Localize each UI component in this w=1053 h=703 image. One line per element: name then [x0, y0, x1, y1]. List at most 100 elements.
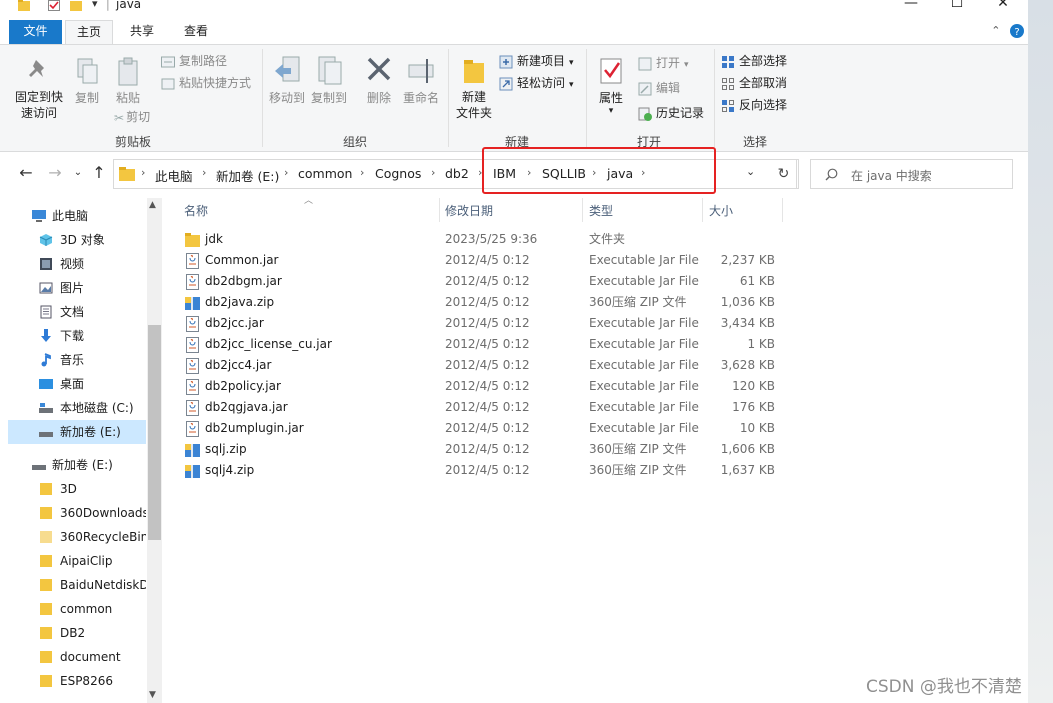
- pin-quick-access-button[interactable]: 固定到快 速访问: [10, 57, 68, 121]
- cut-button[interactable]: ✂ 剪切: [114, 107, 150, 127]
- breadcrumb-db2[interactable]: db2: [445, 166, 469, 181]
- nav-label: 本地磁盘 (C:): [60, 401, 134, 415]
- file-row[interactable]: Common.jar 2012/4/5 0:12 Executable Jar Fi…: [177, 250, 787, 271]
- file-row[interactable]: db2dbgm.jar 2012/4/5 0:12 Executable Jar F…: [177, 271, 787, 292]
- nav-item-music[interactable]: 音乐: [8, 348, 146, 372]
- collapse-ribbon-icon[interactable]: ⌃: [991, 24, 1000, 37]
- refresh-button[interactable]: ↻: [769, 159, 799, 189]
- properties-button[interactable]: 属性 ▾: [594, 55, 628, 116]
- nav-item-pictures[interactable]: 图片: [8, 276, 146, 300]
- column-header-size[interactable]: 大小: [709, 202, 733, 222]
- breadcrumb-cognos[interactable]: Cognos: [375, 166, 421, 181]
- file-row[interactable]: db2jcc4.jar 2012/4/5 0:12 Executable Jar F…: [177, 355, 787, 376]
- column-divider[interactable]: [582, 198, 583, 222]
- nav-item-folder-baidunetdisk[interactable]: BaiduNetdiskD: [8, 573, 146, 597]
- move-to-button[interactable]: 移动到: [268, 55, 306, 106]
- tab-view[interactable]: 查看: [171, 20, 221, 44]
- nav-item-drive-e[interactable]: 新加卷 (E:): [8, 420, 146, 444]
- up-button[interactable]: ↑: [89, 163, 109, 182]
- nav-item-drive-c[interactable]: 本地磁盘 (C:): [8, 396, 146, 420]
- nav-item-folder-3d[interactable]: 3D: [8, 477, 146, 501]
- file-row[interactable]: db2jcc_license_cu.jar 2012/4/5 0:12 Execut…: [177, 334, 787, 355]
- select-all-button[interactable]: 全部选择: [721, 51, 787, 71]
- file-row[interactable]: db2qgjava.jar 2012/4/5 0:12 Executable Jar…: [177, 397, 787, 418]
- breadcrumb-separator[interactable]: ›: [284, 166, 288, 179]
- folder-icon: [40, 531, 52, 543]
- column-divider[interactable]: [782, 198, 783, 222]
- help-icon[interactable]: ?: [1010, 24, 1024, 38]
- file-row[interactable]: sqlj4.zip 2012/4/5 0:12 360压缩 ZIP 文件 1,637 …: [177, 460, 787, 481]
- back-button[interactable]: ←: [16, 163, 36, 182]
- copy-path-button[interactable]: 复制路径: [161, 51, 227, 71]
- file-row[interactable]: db2policy.jar 2012/4/5 0:12 Executable Jar…: [177, 376, 787, 397]
- download-icon: [41, 329, 51, 342]
- paste-button[interactable]: 粘贴: [112, 57, 144, 106]
- column-header-type[interactable]: 类型: [589, 202, 613, 222]
- recent-locations-dropdown-icon[interactable]: ⌄: [68, 167, 88, 178]
- breadcrumb-separator[interactable]: ›: [360, 166, 364, 179]
- file-row[interactable]: db2jcc.jar 2012/4/5 0:12 Executable Jar Fi…: [177, 313, 787, 334]
- copy-button[interactable]: 复制: [72, 57, 102, 106]
- breadcrumb-this-pc[interactable]: 此电脑: [155, 166, 193, 185]
- nav-item-documents[interactable]: 文档: [8, 300, 146, 324]
- file-row[interactable]: jdk 2023/5/25 9:36 文件夹: [177, 229, 787, 250]
- new-folder-quick-icon[interactable]: [70, 0, 82, 11]
- easy-access-button[interactable]: 轻松访问 ▾: [499, 73, 574, 93]
- nav-item-folder-common[interactable]: common: [8, 597, 146, 621]
- scroll-up-icon[interactable]: ▲: [149, 200, 156, 210]
- nav-item-this-pc[interactable]: 此电脑: [8, 204, 146, 228]
- close-button[interactable]: ✕: [980, 0, 1026, 14]
- new-folder-button[interactable]: 新建 文件夹: [454, 55, 494, 121]
- organize-group-label: 组织: [342, 135, 367, 149]
- file-row[interactable]: db2java.zip 2012/4/5 0:12 360压缩 ZIP 文件 1,03…: [177, 292, 787, 313]
- file-row[interactable]: db2umplugin.jar 2012/4/5 0:12 Executable J…: [177, 418, 787, 439]
- breadcrumb-separator[interactable]: ›: [431, 166, 435, 179]
- select-none-button[interactable]: 全部取消: [721, 73, 787, 93]
- file-type: Executable Jar File: [589, 316, 699, 330]
- history-button[interactable]: 历史记录: [638, 103, 704, 123]
- breadcrumb-separator[interactable]: ›: [141, 166, 145, 179]
- forward-button[interactable]: →: [45, 163, 65, 182]
- search-box[interactable]: 在 java 中搜索: [810, 159, 1013, 189]
- tab-home[interactable]: 主页: [65, 20, 113, 45]
- nav-item-folder-db2[interactable]: DB2: [8, 621, 146, 645]
- nav-item-folder-document[interactable]: document: [8, 645, 146, 669]
- breadcrumb-drive-e[interactable]: 新加卷 (E:): [216, 166, 279, 185]
- file-row[interactable]: sqlj.zip 2012/4/5 0:12 360压缩 ZIP 文件 1,606 K…: [177, 439, 787, 460]
- new-item-button[interactable]: 新建项目 ▾: [499, 51, 574, 71]
- nav-item-folder-360recyclebin[interactable]: 360RecycleBin: [8, 525, 146, 549]
- column-header-date[interactable]: 修改日期: [445, 202, 493, 222]
- nav-item-3d-objects[interactable]: 3D 对象: [8, 228, 146, 252]
- maximize-button[interactable]: ☐: [934, 0, 980, 14]
- search-input[interactable]: 在 java 中搜索: [851, 167, 932, 184]
- nav-item-downloads[interactable]: 下载: [8, 324, 146, 348]
- nav-item-desktop[interactable]: 桌面: [8, 372, 146, 396]
- tab-share[interactable]: 共享: [117, 20, 167, 44]
- jar-file-icon: [186, 316, 199, 332]
- properties-check-icon[interactable]: [48, 0, 60, 11]
- column-header-name[interactable]: 名称: [184, 202, 208, 222]
- column-divider[interactable]: [702, 198, 703, 222]
- address-history-dropdown-icon[interactable]: ⌄: [746, 165, 755, 178]
- breadcrumb-common[interactable]: common: [298, 166, 352, 181]
- scroll-down-icon[interactable]: ▼: [149, 690, 156, 700]
- copy-to-button[interactable]: 复制到: [310, 55, 348, 106]
- column-divider[interactable]: [439, 198, 440, 222]
- delete-button[interactable]: 删除: [364, 55, 394, 106]
- minimize-button[interactable]: —: [888, 0, 934, 14]
- paste-shortcut-button[interactable]: 粘贴快捷方式: [161, 73, 251, 93]
- breadcrumb-separator[interactable]: ›: [202, 166, 206, 179]
- nav-item-folder-360downloads[interactable]: 360Downloads: [8, 501, 146, 525]
- nav-scrollbar-thumb[interactable]: [148, 325, 161, 540]
- open-button[interactable]: 打开 ▾: [638, 53, 689, 73]
- nav-item-videos[interactable]: 视频: [8, 252, 146, 276]
- nav-item-folder-aipaiclip[interactable]: AipaiClip: [8, 549, 146, 573]
- nav-label: 音乐: [60, 353, 85, 367]
- nav-item-drive-e-tree[interactable]: 新加卷 (E:): [8, 453, 146, 477]
- tab-file[interactable]: 文件: [9, 20, 62, 44]
- nav-item-folder-esp8266[interactable]: ESP8266: [8, 669, 146, 693]
- invert-selection-button[interactable]: 反向选择: [721, 95, 787, 115]
- edit-button[interactable]: 编辑: [638, 78, 680, 98]
- quick-access-dropdown-icon[interactable]: ▾: [92, 0, 98, 10]
- rename-button[interactable]: 重命名: [401, 55, 441, 106]
